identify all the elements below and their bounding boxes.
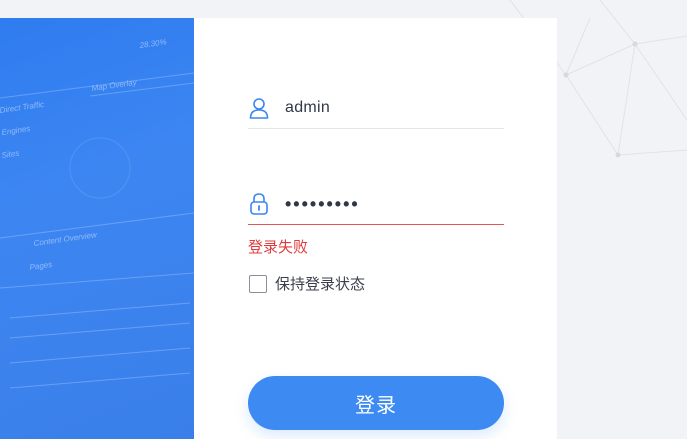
remember-me-label: 保持登录状态	[275, 275, 366, 293]
hero-sites-text: Sites	[1, 149, 20, 160]
username-field	[248, 88, 504, 129]
password-field	[248, 184, 504, 225]
login-error-message: 登录失败	[248, 238, 309, 256]
hero-pages-text: Pages	[29, 260, 53, 272]
checkbox-icon[interactable]	[249, 274, 267, 293]
hero-figure-text: 28.30%	[138, 37, 167, 50]
hero-dashboard-illustration: Map Overlay Direct Traffic Engines Sites…	[0, 37, 194, 389]
password-input[interactable]	[283, 188, 497, 220]
hero-engines-text: Engines	[1, 124, 31, 137]
lock-icon	[248, 192, 270, 216]
hero-direct-traffic-text: Direct Traffic	[0, 100, 45, 115]
hero-dashboard-image: Map Overlay Direct Traffic Engines Sites…	[0, 18, 194, 439]
login-button[interactable]: 登录	[248, 376, 504, 430]
user-icon	[248, 96, 270, 120]
login-card: 登录失败 保持登录状态 登录	[194, 18, 557, 439]
remember-me-checkbox[interactable]: 保持登录状态	[249, 273, 365, 294]
username-input[interactable]	[283, 92, 497, 124]
